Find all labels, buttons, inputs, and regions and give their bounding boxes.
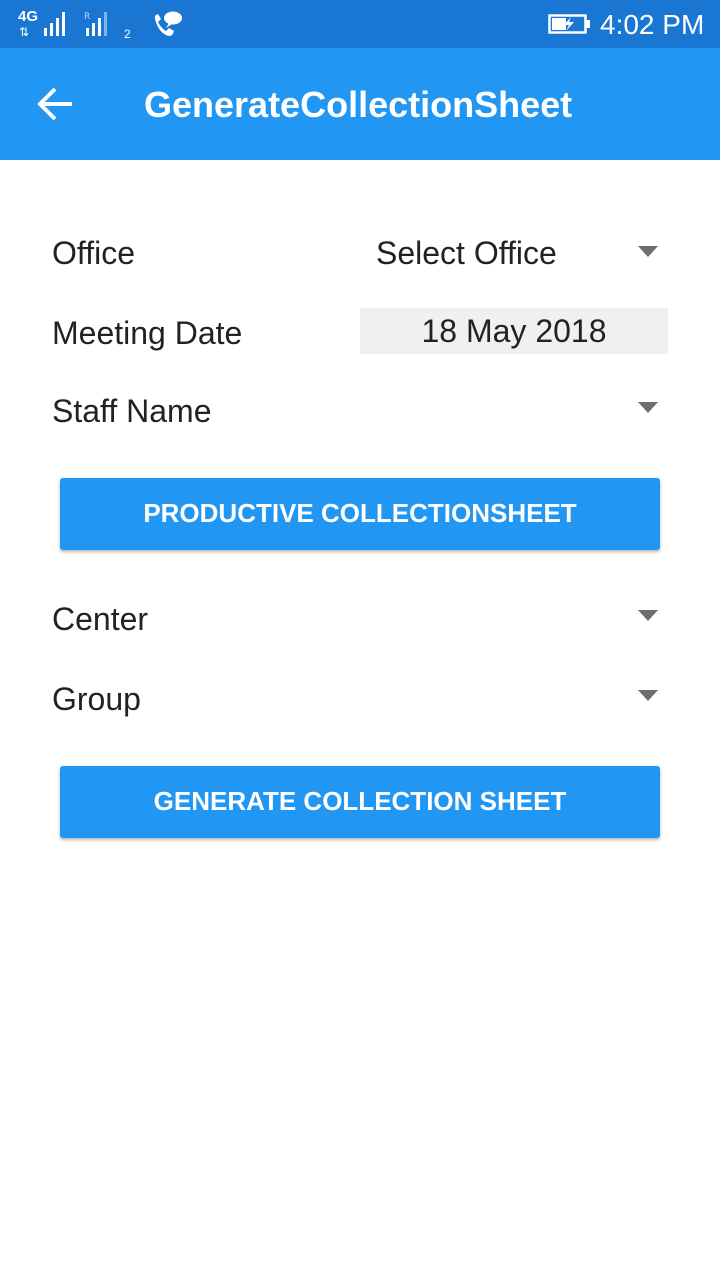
signal-strength-sim2-icon: R bbox=[84, 12, 107, 36]
svg-text:R: R bbox=[84, 12, 90, 22]
staff-name-spinner[interactable] bbox=[360, 381, 668, 437]
generate-collection-sheet-button[interactable]: GENERATE COLLECTION SHEET bbox=[60, 766, 660, 838]
status-bar: 4G ⇅ R 2 4:02 PM bbox=[0, 0, 720, 48]
office-selected-value: Select Office bbox=[376, 235, 557, 271]
productive-collectionsheet-button-label: PRODUCTIVE COLLECTIONSHEET bbox=[143, 498, 577, 528]
productive-collectionsheet-button[interactable]: PRODUCTIVE COLLECTIONSHEET bbox=[60, 478, 660, 550]
chevron-down-icon bbox=[638, 610, 658, 621]
meeting-date-value: 18 May 2018 bbox=[421, 313, 607, 349]
office-label: Office bbox=[52, 235, 135, 271]
office-spinner[interactable]: Select Office bbox=[360, 225, 668, 281]
chevron-down-icon bbox=[638, 402, 658, 413]
group-label: Group bbox=[52, 681, 141, 717]
network-type: 4G bbox=[18, 8, 39, 25]
staff-name-label: Staff Name bbox=[52, 393, 212, 429]
chevron-down-icon bbox=[638, 246, 658, 257]
arrow-back-icon[interactable] bbox=[30, 84, 82, 124]
battery-charging-icon bbox=[548, 14, 590, 34]
center-spinner[interactable] bbox=[360, 589, 668, 645]
sim-slot-label: 2 bbox=[124, 27, 131, 41]
page-title: GenerateCollectionSheet bbox=[144, 84, 573, 125]
meeting-date-field[interactable]: 18 May 2018 bbox=[360, 308, 668, 354]
chevron-down-icon bbox=[638, 690, 658, 701]
phone-call-icon bbox=[154, 11, 182, 36]
meeting-date-label: Meeting Date bbox=[52, 315, 243, 351]
generate-collection-sheet-button-label: GENERATE COLLECTION SHEET bbox=[153, 786, 567, 816]
center-label: Center bbox=[52, 601, 149, 637]
group-spinner[interactable] bbox=[360, 669, 668, 725]
data-activity-icon: ⇅ bbox=[19, 25, 30, 39]
status-time: 4:02 PM bbox=[600, 9, 705, 40]
signal-strength-icon bbox=[44, 12, 65, 36]
app-bar: GenerateCollectionSheet bbox=[0, 48, 720, 160]
